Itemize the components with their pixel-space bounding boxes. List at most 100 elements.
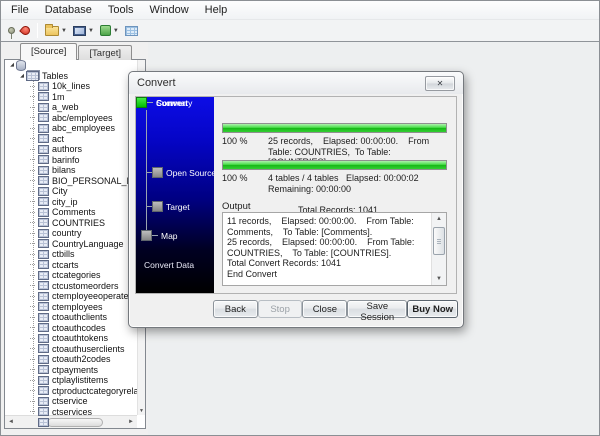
tree-item[interactable]: BIO_PERSONAL_INFO [5, 176, 145, 187]
tree-root-node[interactable]: ◢ [5, 60, 145, 71]
data-grid-icon [125, 26, 138, 36]
tab-source[interactable]: [Source] [20, 43, 77, 60]
tree-item[interactable]: CountryLanguage [5, 239, 145, 250]
scroll-up-icon[interactable]: ▲ [432, 213, 446, 225]
expander-icon[interactable]: ◢ [18, 73, 26, 79]
chevron-down-icon[interactable]: ▼ [113, 28, 119, 34]
menu-bar: FileDatabaseToolsWindowHelp [1, 1, 599, 20]
save-session-button[interactable]: Save Session [347, 300, 407, 318]
tree-item[interactable]: ctoauthuserclients [5, 344, 145, 355]
scrollbar-thumb[interactable] [47, 418, 103, 427]
convert-button[interactable]: ▼ [97, 22, 122, 40]
tree-item-label: ctproductcategoryrelation [52, 386, 146, 396]
tree-item[interactable]: ctplaylistitems [5, 375, 145, 386]
tree-item[interactable]: ctoauthtokens [5, 333, 145, 344]
dialog-close-button[interactable]: ✕ [425, 76, 455, 91]
tree-item[interactable]: ctbills [5, 249, 145, 260]
tree-item[interactable]: ctoauthcodes [5, 323, 145, 334]
tree-item[interactable]: authors [5, 144, 145, 155]
tree-item[interactable]: COUNTRIES [5, 218, 145, 229]
disconnect-icon [19, 24, 32, 37]
tree-group-tables[interactable]: ◢ Tables [5, 71, 145, 82]
connect-button[interactable] [5, 22, 18, 40]
scroll-down-icon[interactable]: ▼ [138, 408, 145, 414]
chevron-down-icon[interactable]: ▼ [61, 28, 67, 34]
table-icon [38, 166, 49, 175]
scroll-right-icon[interactable]: ► [125, 416, 137, 428]
scroll-down-icon[interactable]: ▼ [432, 273, 446, 285]
tree-item[interactable]: city_ip [5, 197, 145, 208]
tree-item-label: a_web [52, 102, 79, 112]
dialog-title-bar[interactable]: Convert ✕ [129, 72, 463, 94]
tree-item-label: ctplaylistitems [52, 375, 108, 385]
table-icon [38, 355, 49, 364]
tree-item[interactable]: Comments [5, 207, 145, 218]
menu-item[interactable]: Help [197, 2, 236, 18]
tree-item[interactable]: abc/employees [5, 113, 145, 124]
tree-item[interactable]: ctemployeeoperatelog [5, 291, 145, 302]
menu-item[interactable]: Tools [100, 2, 142, 18]
output-box: 11 records, Elapsed: 00:00:00. From Tabl… [222, 212, 447, 286]
tree-item-label: ctservice [52, 396, 88, 406]
tree-item[interactable]: abc_employees [5, 123, 145, 134]
tree-item-label: ctcategories [52, 270, 101, 280]
disconnect-button[interactable] [18, 22, 33, 40]
step-label: Convert [156, 98, 188, 108]
dialog-main-box: Convert Data Open Source Target [135, 96, 457, 294]
tree-item[interactable]: ctoauthclients [5, 312, 145, 323]
tree-item[interactable]: act [5, 134, 145, 145]
tree-item[interactable]: a_web [5, 102, 145, 113]
step-square-icon [136, 97, 147, 108]
wizard-step: Target [152, 201, 190, 212]
tree-item[interactable]: 1m [5, 92, 145, 103]
tree-item[interactable]: country [5, 228, 145, 239]
tree-item[interactable]: City [5, 186, 145, 197]
dialog-title: Convert [137, 77, 176, 89]
dialog-button-row: Back Stop Close Save Session Buy Now [213, 300, 458, 318]
output-text: 11 records, Elapsed: 00:00:00. From Tabl… [227, 216, 428, 283]
sidebar: [Source] [Target] ◢ ◢ Tables [1, 42, 148, 435]
tree-item[interactable]: ctoauth2codes [5, 354, 145, 365]
scrollbar-thumb[interactable] [433, 227, 445, 255]
tree-item[interactable]: barinfo [5, 155, 145, 166]
tree-item[interactable]: ctcustomeorders [5, 281, 145, 292]
tree-item[interactable]: ctcarts [5, 260, 145, 271]
table-icon [38, 302, 49, 311]
view-window-button[interactable]: ▼ [70, 22, 97, 40]
table-icon [38, 292, 49, 301]
table-icon [38, 239, 49, 248]
tree-item[interactable]: ctcategories [5, 270, 145, 281]
tree-item[interactable]: ctpayments [5, 365, 145, 376]
open-database-button[interactable]: ▼ [42, 22, 70, 40]
wizard-steps-panel: Convert Data Open Source Target [136, 97, 214, 293]
tree-item[interactable]: ctemployees [5, 302, 145, 313]
tree-item[interactable]: bilans [5, 165, 145, 176]
menu-item[interactable]: File [3, 2, 37, 18]
back-button[interactable]: Back [213, 300, 258, 318]
scroll-left-icon[interactable]: ◄ [5, 416, 17, 428]
output-scrollbar[interactable]: ▲ ▼ [431, 213, 446, 285]
tree-horizontal-scrollbar[interactable]: ◄ ► [5, 415, 137, 428]
close-button[interactable]: Close [302, 300, 347, 318]
menu-item[interactable]: Database [37, 2, 100, 18]
stop-button[interactable]: Stop [258, 300, 303, 318]
tree-item-label: ctbills [52, 249, 75, 259]
table-icon [38, 145, 49, 154]
buy-now-button[interactable]: Buy Now [407, 300, 458, 318]
tree-group-label: Tables [42, 71, 68, 81]
chevron-down-icon[interactable]: ▼ [88, 28, 94, 34]
wizard-step: Open Source [152, 167, 214, 178]
data-grid-button[interactable] [122, 22, 141, 40]
tab-target[interactable]: [Target] [78, 45, 132, 60]
tree-item-label: barinfo [52, 155, 80, 165]
tree-item-label: ctoauthuserclients [52, 344, 125, 354]
expander-icon[interactable]: ◢ [8, 62, 16, 68]
menu-item[interactable]: Window [142, 2, 197, 18]
step-square-icon [141, 230, 152, 241]
tree-item-label: ctcustomeorders [52, 281, 119, 291]
tree-item[interactable]: ctservice [5, 396, 145, 407]
toolbar: ▼ ▼ ▼ [1, 20, 599, 41]
tree-item[interactable]: 10k_lines [5, 81, 145, 92]
tree-item[interactable]: ctproductcategoryrelation [5, 386, 145, 397]
table-icon [38, 334, 49, 343]
